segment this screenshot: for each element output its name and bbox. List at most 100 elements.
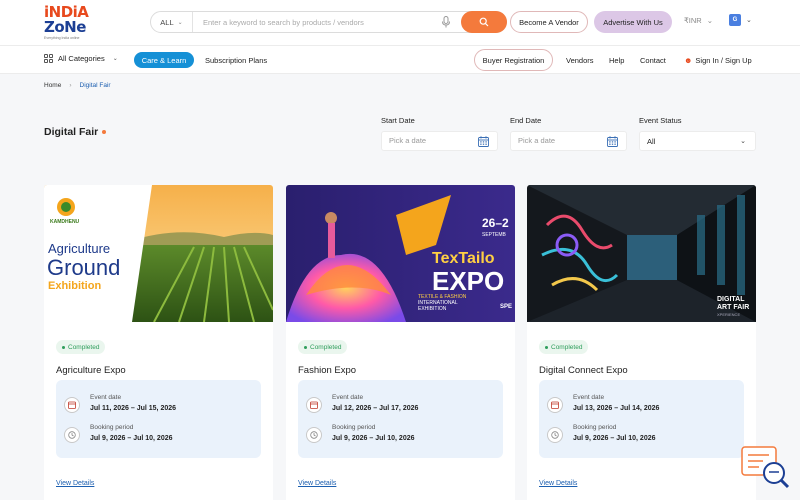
end-date-field[interactable] bbox=[510, 131, 627, 151]
language-select[interactable]: G ⌄ bbox=[729, 14, 752, 26]
event-info-box: Event date Jul 12, 2026 – Jul 17, 2026 B… bbox=[298, 380, 503, 458]
event-date-label: Event date bbox=[90, 394, 122, 401]
image-sub3-text: EXHIBITION bbox=[418, 306, 447, 312]
search-icon bbox=[479, 17, 489, 27]
microphone-icon[interactable] bbox=[441, 16, 451, 28]
nav-link-help[interactable]: Help bbox=[609, 56, 624, 65]
main-nav: All Categories ⌄ Care & Learn Subscripti… bbox=[0, 46, 800, 74]
status-label: Completed bbox=[551, 343, 583, 351]
event-title[interactable]: Digital Connect Expo bbox=[539, 365, 628, 376]
event-date-value: Jul 11, 2026 – Jul 15, 2026 bbox=[90, 405, 177, 412]
signin-label: Sign In / Sign Up bbox=[695, 56, 752, 65]
end-date-label: End Date bbox=[510, 116, 542, 125]
event-card[interactable]: DIGITAL ART FAIR XPERIENCE Completed Dig… bbox=[527, 185, 756, 500]
become-vendor-button[interactable]: Become A Vendor bbox=[510, 11, 588, 33]
booking-period-label: Booking period bbox=[90, 424, 134, 431]
image-corner-text: SPE bbox=[500, 304, 512, 310]
status-badge: Completed bbox=[56, 340, 106, 354]
event-title[interactable]: Agriculture Expo bbox=[56, 365, 126, 376]
event-image: KAMDHENU Agriculture Ground Exhibition bbox=[44, 185, 273, 322]
event-status-select[interactable]: All ⌄ bbox=[639, 131, 756, 151]
start-date-input[interactable] bbox=[389, 136, 469, 145]
end-date-input[interactable] bbox=[518, 136, 598, 145]
calendar-icon bbox=[306, 397, 322, 413]
image-line3-text: Exhibition bbox=[48, 280, 101, 292]
chevron-down-icon: ⌄ bbox=[706, 16, 713, 25]
title-dot bbox=[102, 130, 107, 134]
view-details-link[interactable]: View Details bbox=[298, 480, 336, 487]
status-dot bbox=[304, 345, 307, 349]
logo-line-2: ZoNe bbox=[44, 18, 86, 36]
event-date-label: Event date bbox=[332, 394, 364, 401]
image-brand-text: KAMDHENU bbox=[50, 219, 80, 225]
event-card[interactable]: KAMDHENU Agriculture Ground Exhibition C… bbox=[44, 185, 273, 500]
breadcrumb-separator: › bbox=[69, 82, 72, 89]
status-label: Completed bbox=[310, 343, 342, 351]
subscription-plans-link[interactable]: Subscription Plans bbox=[205, 56, 267, 65]
calendar-icon[interactable] bbox=[607, 136, 618, 147]
calendar-icon[interactable] bbox=[478, 136, 489, 147]
support-chat-icon[interactable] bbox=[741, 446, 791, 490]
image-line1-text: Agriculture bbox=[48, 241, 110, 256]
event-status-label: Event Status bbox=[639, 116, 682, 125]
image-line2-text: Ground bbox=[47, 255, 120, 280]
signin-link[interactable]: ☻ Sign In / Sign Up bbox=[684, 56, 752, 65]
buyer-registration-button[interactable]: Buyer Registration bbox=[474, 49, 553, 71]
event-status-value: All bbox=[647, 137, 656, 146]
status-dot bbox=[545, 345, 548, 349]
advertise-button[interactable]: Advertise With Us bbox=[594, 11, 672, 33]
site-logo[interactable]: iNDiA ZoNe Everything India online bbox=[44, 5, 104, 43]
booking-period-label: Booking period bbox=[332, 424, 376, 431]
chevron-down-icon: ⌄ bbox=[177, 19, 183, 26]
care-learn-button[interactable]: Care & Learn bbox=[134, 52, 194, 68]
calendar-icon bbox=[547, 397, 563, 413]
event-title[interactable]: Fashion Expo bbox=[298, 365, 356, 376]
start-date-label: Start Date bbox=[381, 116, 415, 125]
logo-tagline: Everything India online bbox=[44, 36, 80, 40]
event-info-box: Event date Jul 11, 2026 – Jul 15, 2026 B… bbox=[56, 380, 261, 458]
image-line2-text: EXPO bbox=[432, 266, 504, 296]
currency-select[interactable]: ₹INR ⌄ bbox=[684, 16, 713, 25]
booking-period-value: Jul 9, 2026 – Jul 10, 2026 bbox=[90, 435, 173, 442]
all-categories-menu[interactable]: All Categories ⌄ bbox=[44, 54, 118, 63]
status-label: Completed bbox=[68, 343, 100, 351]
search-category-label: ALL bbox=[160, 17, 174, 27]
user-icon: ☻ bbox=[684, 56, 693, 65]
nav-link-contact[interactable]: Contact bbox=[640, 56, 666, 65]
all-categories-label: All Categories bbox=[58, 54, 105, 63]
breadcrumb: Home › Digital Fair bbox=[44, 82, 111, 89]
search-bar: ALL ⌄ bbox=[150, 11, 507, 33]
calendar-icon bbox=[64, 397, 80, 413]
search-category-select[interactable]: ALL ⌄ bbox=[151, 12, 193, 32]
search-input[interactable] bbox=[203, 15, 433, 29]
booking-period-value: Jul 9, 2026 – Jul 10, 2026 bbox=[332, 435, 415, 442]
image-line2-text: ART FAIR bbox=[717, 304, 749, 311]
clock-icon bbox=[64, 427, 80, 443]
image-month-text: SEPTEMB bbox=[482, 232, 507, 238]
breadcrumb-current: Digital Fair bbox=[79, 82, 111, 89]
event-card[interactable]: 26–2 SEPTEMB TexTailo EXPO TEXTILE & FAS… bbox=[286, 185, 515, 500]
chevron-down-icon: ⌄ bbox=[112, 56, 118, 62]
clock-icon bbox=[547, 427, 563, 443]
event-date-label: Event date bbox=[573, 394, 605, 401]
clock-icon bbox=[306, 427, 322, 443]
status-dot bbox=[62, 345, 65, 349]
event-info-box: Event date Jul 13, 2026 – Jul 14, 2026 B… bbox=[539, 380, 744, 458]
currency-label: ₹INR bbox=[684, 16, 702, 25]
breadcrumb-home[interactable]: Home bbox=[44, 82, 61, 89]
translate-icon: G bbox=[729, 14, 741, 26]
page-title: Digital Fair bbox=[44, 126, 107, 138]
view-details-link[interactable]: View Details bbox=[56, 480, 94, 487]
search-button[interactable] bbox=[461, 11, 507, 33]
chevron-down-icon: ⌄ bbox=[746, 17, 752, 24]
nav-link-vendors[interactable]: Vendors bbox=[566, 56, 594, 65]
start-date-field[interactable] bbox=[381, 131, 498, 151]
image-line1-text: TexTailo bbox=[432, 250, 495, 267]
image-date-text: 26–2 bbox=[482, 216, 509, 230]
image-line1-text: DIGITAL bbox=[717, 296, 745, 303]
view-details-link[interactable]: View Details bbox=[539, 480, 577, 487]
image-line3-text: XPERIENCE bbox=[717, 312, 740, 317]
event-image: 26–2 SEPTEMB TexTailo EXPO TEXTILE & FAS… bbox=[286, 185, 515, 322]
event-date-value: Jul 12, 2026 – Jul 17, 2026 bbox=[332, 405, 419, 412]
event-date-value: Jul 13, 2026 – Jul 14, 2026 bbox=[573, 405, 660, 412]
